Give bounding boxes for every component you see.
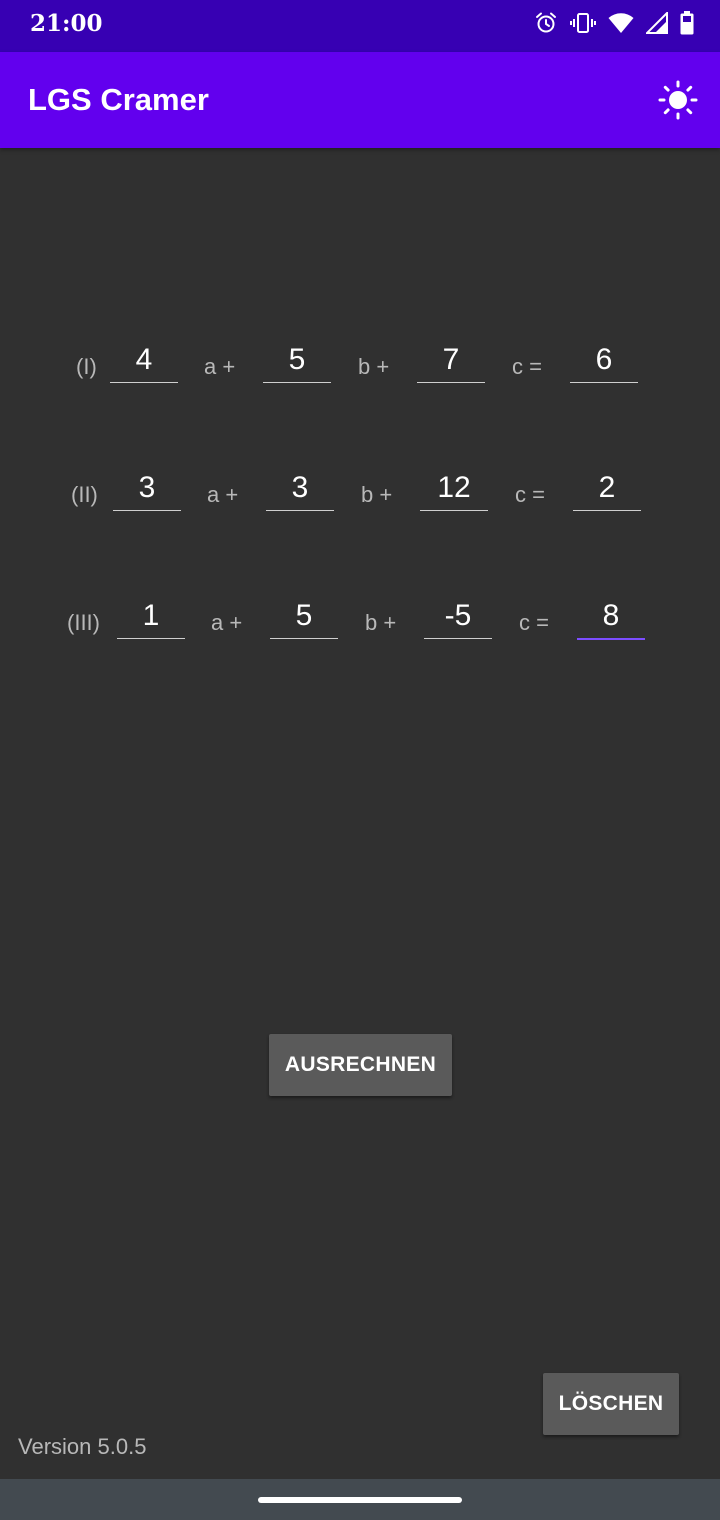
operator-label: c = <box>512 354 542 379</box>
status-bar: 21:00 <box>0 0 720 52</box>
status-time: 21:00 <box>30 10 103 37</box>
operator-label: a + <box>207 482 239 507</box>
clear-button[interactable]: LÖSCHEN <box>543 1373 679 1435</box>
app-title: LGS Cramer <box>28 82 209 117</box>
result-input[interactable] <box>573 466 641 511</box>
coefficient-b-input[interactable] <box>263 338 331 383</box>
result-input[interactable] <box>577 594 645 640</box>
screen: 21:00 LGS Cramer (I) 4 a + 5 b + 7 c = 6… <box>0 0 720 1520</box>
equation-label: (I) <box>76 354 97 379</box>
operator-label: c = <box>519 610 549 635</box>
operator-label: b + <box>365 610 397 635</box>
coefficient-b-input[interactable] <box>270 594 338 639</box>
equation-label: (III) <box>67 610 100 635</box>
version-label: Version 5.0.5 <box>18 1434 147 1459</box>
brightness-icon <box>658 80 698 120</box>
equation-row-2: (II) a + b + c = <box>0 466 720 526</box>
operator-label: a + <box>204 354 236 379</box>
coefficient-c-input[interactable] <box>424 594 492 639</box>
coefficient-a-input[interactable] <box>113 466 181 511</box>
coefficient-a-input[interactable] <box>110 338 178 383</box>
result-input[interactable] <box>570 338 638 383</box>
battery-icon <box>680 11 694 35</box>
operator-label: a + <box>211 610 243 635</box>
navigation-bar <box>0 1479 720 1520</box>
operator-label: b + <box>361 482 393 507</box>
operator-label: c = <box>515 482 545 507</box>
equation-row-3: (III) a + b + c = <box>0 594 720 654</box>
theme-toggle-button[interactable] <box>658 80 698 120</box>
coefficient-b-input[interactable] <box>266 466 334 511</box>
signal-icon <box>646 12 668 34</box>
home-gesture-handle[interactable] <box>258 1497 462 1503</box>
vibrate-icon <box>570 11 596 35</box>
wifi-icon <box>608 12 634 34</box>
calculate-button[interactable]: AUSRECHNEN <box>269 1034 452 1096</box>
coefficient-c-input[interactable] <box>420 466 488 511</box>
alarm-icon <box>534 11 558 35</box>
status-icons <box>534 10 694 36</box>
coefficient-a-input[interactable] <box>117 594 185 639</box>
operator-label: b + <box>358 354 390 379</box>
equation-label: (II) <box>71 482 98 507</box>
coefficient-c-input[interactable] <box>417 338 485 383</box>
app-bar: LGS Cramer <box>0 52 720 148</box>
equation-row-1: (I) a + b + c = <box>0 338 720 398</box>
